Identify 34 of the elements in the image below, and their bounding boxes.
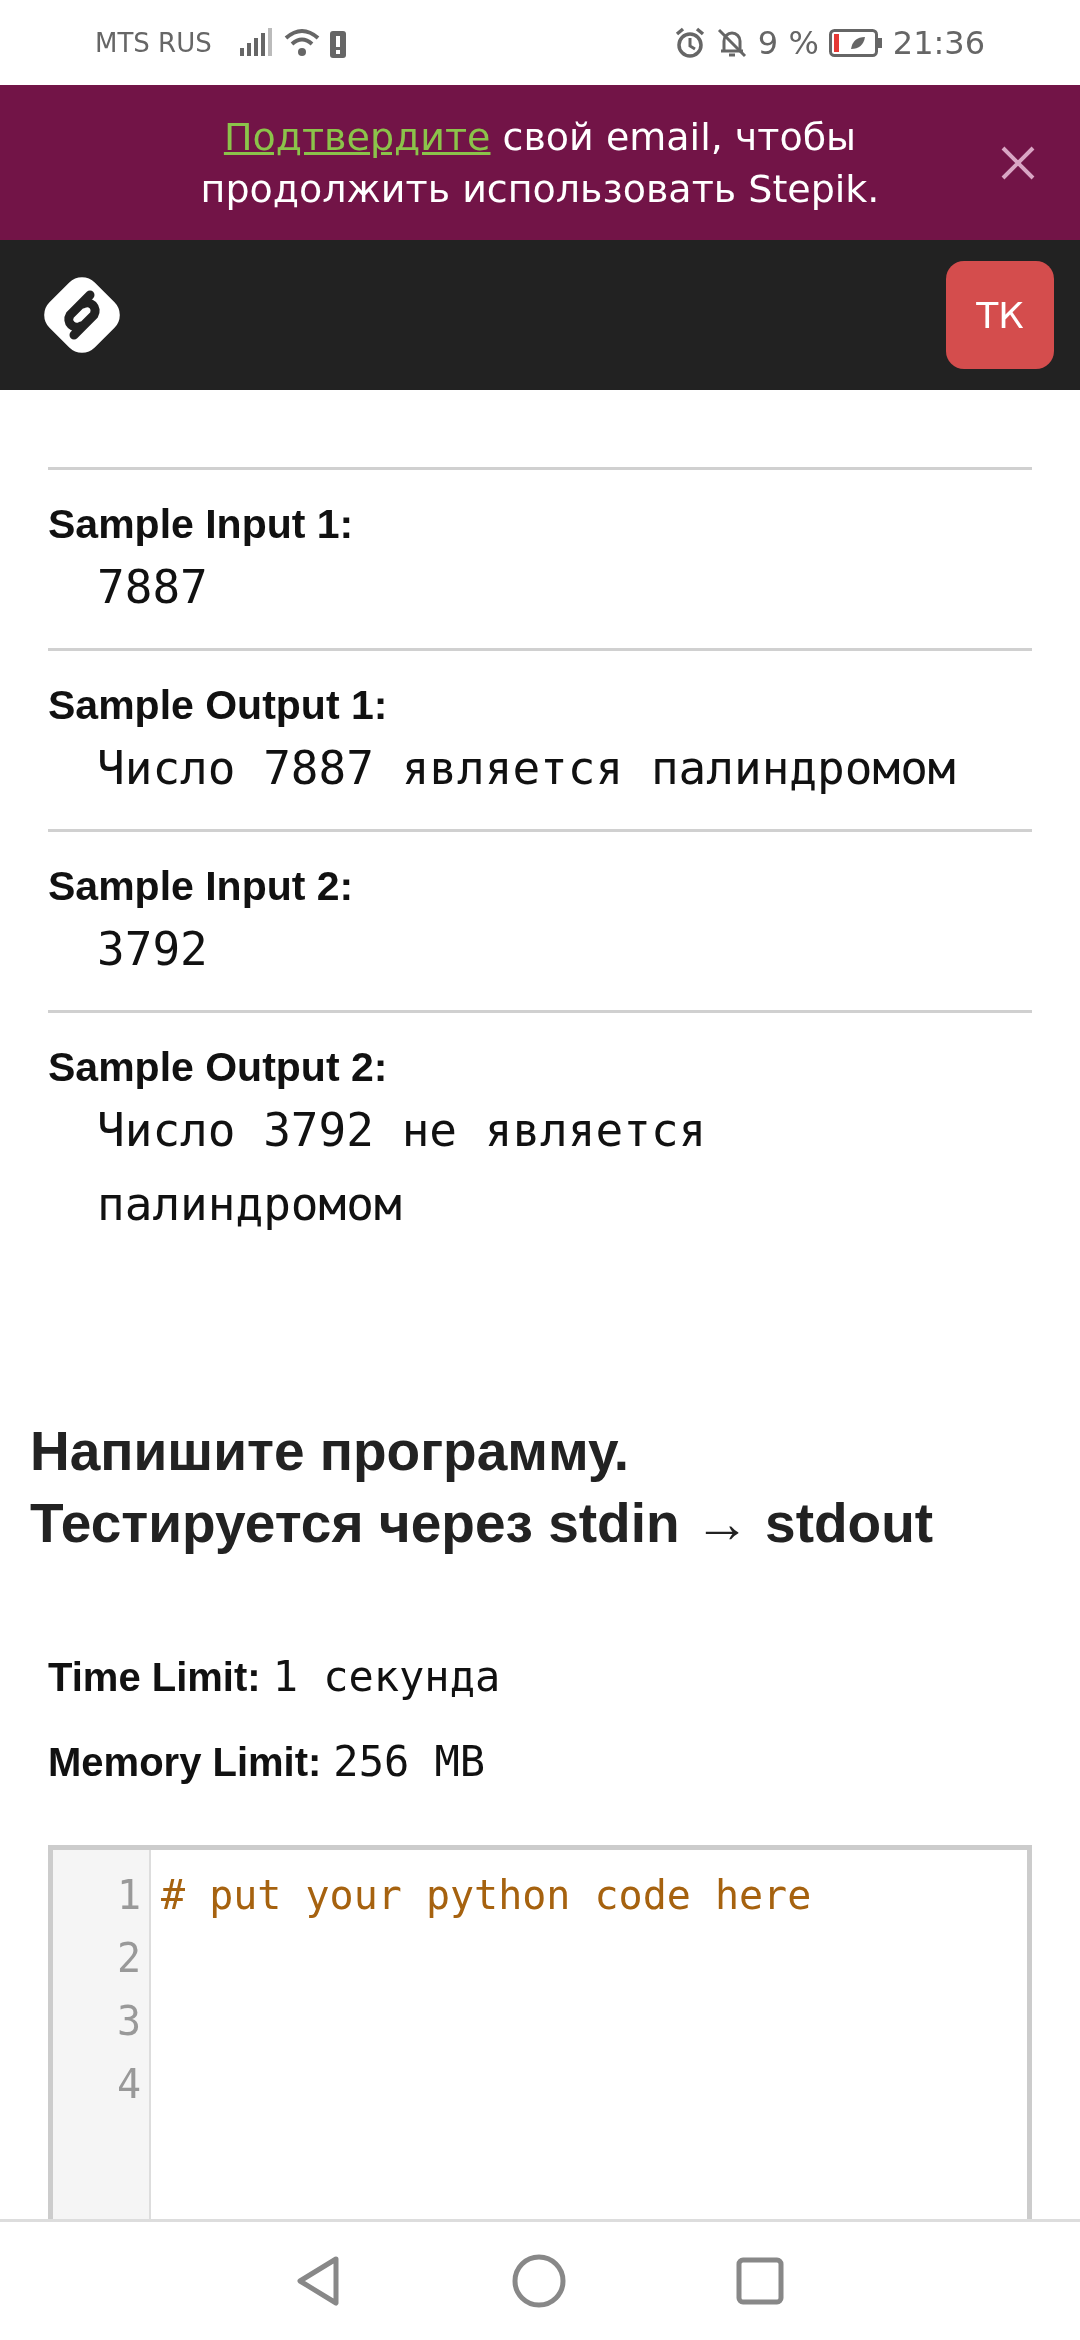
limit-label: Time Limit: xyxy=(48,1655,261,1699)
recents-icon[interactable] xyxy=(736,2257,784,2305)
task-heading: Напишите программу. xyxy=(30,1419,629,1484)
sample-label: Sample Input 1: xyxy=(48,500,355,549)
sample-value: 3792 xyxy=(96,921,209,978)
line-number: 1 xyxy=(116,1871,141,1920)
limit-value: 1 секунда xyxy=(272,1652,501,1701)
close-icon[interactable] xyxy=(1000,145,1036,181)
sample-label: Sample Output 1: xyxy=(48,681,389,730)
clock-time: 21:36 xyxy=(892,23,985,62)
muted-bell-icon xyxy=(715,26,748,59)
line-number: 3 xyxy=(116,1997,141,2046)
confirm-link[interactable]: Подтвердите xyxy=(223,114,491,159)
task-heading: Тестируется через stdin → stdout xyxy=(30,1491,934,1556)
battery-percent: 9 % xyxy=(757,23,819,62)
sample-value: Число 3792 не является палиндромом xyxy=(96,1102,708,1233)
avatar-button[interactable]: ТК xyxy=(946,261,1054,369)
line-number: 2 xyxy=(116,1934,141,1983)
sample-value: 7887 xyxy=(96,559,209,616)
wifi-icon xyxy=(283,27,320,58)
sample-label: Sample Output 2: xyxy=(48,1043,389,1092)
code-comment: # put your python code here xyxy=(161,1872,812,1918)
signal-icon xyxy=(239,27,274,58)
line-number: 4 xyxy=(116,2060,141,2109)
banner-message: Подтвердите свой email, чтобы продолжить использовать Stepik. xyxy=(199,113,881,213)
sample-value: Число 7887 является палиндромом xyxy=(96,740,957,797)
carrier-name: MTS RUS xyxy=(95,27,212,58)
sample-label: Sample Input 2: xyxy=(48,862,355,911)
alarm-icon xyxy=(673,26,706,59)
back-icon[interactable] xyxy=(296,2255,342,2307)
limit-label: Memory Limit: xyxy=(48,1740,322,1784)
home-icon[interactable] xyxy=(512,2254,566,2308)
battery-icon xyxy=(828,28,883,57)
limit-value: 256 MB xyxy=(333,1737,486,1786)
